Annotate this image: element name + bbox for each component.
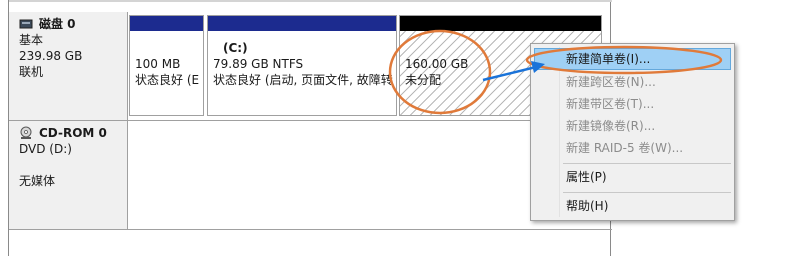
- unallocated-highlight-circle: [388, 29, 492, 115]
- annotation-overlay: [388, 29, 723, 115]
- menu-item-highlight-ellipse: [525, 45, 723, 75]
